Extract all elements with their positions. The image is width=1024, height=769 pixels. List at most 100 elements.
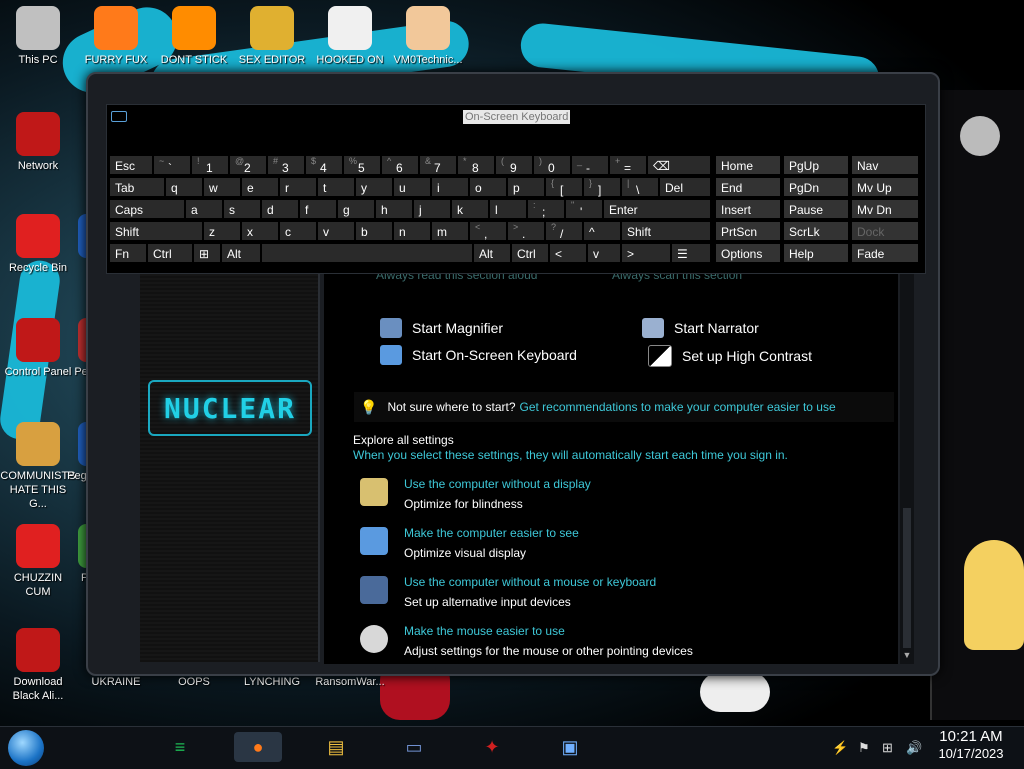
key[interactable]: a — [185, 199, 223, 219]
scrollbar-thumb[interactable] — [903, 508, 911, 648]
key[interactable]: :; — [527, 199, 565, 219]
key[interactable]: Alt — [221, 243, 261, 263]
key[interactable] — [261, 243, 473, 263]
key[interactable]: ☰ — [671, 243, 711, 263]
key[interactable]: y — [355, 177, 393, 197]
key[interactable]: > — [621, 243, 671, 263]
key[interactable]: e — [241, 177, 279, 197]
ease-of-access-monitor-icon[interactable]: ▣ — [546, 732, 594, 762]
taskbar-clock[interactable]: 10:21 AM 10/17/2023 — [928, 728, 1014, 762]
start-narrator-link[interactable]: Start Narrator — [642, 318, 759, 338]
key[interactable]: i — [431, 177, 469, 197]
key[interactable]: Ctrl — [147, 243, 193, 263]
key[interactable]: ? / — [545, 221, 583, 241]
key[interactable]: | \ — [621, 177, 659, 197]
volume-icon[interactable]: 🔊 — [906, 740, 922, 756]
key[interactable]: < — [549, 243, 587, 263]
nav-key[interactable]: Fade — [851, 243, 919, 263]
key[interactable]: h — [375, 199, 413, 219]
spotify-icon[interactable]: ≡ — [156, 732, 204, 762]
red-app-icon[interactable]: ✦ — [468, 732, 516, 762]
key[interactable]: Ctrl — [511, 243, 549, 263]
key[interactable]: ⊞ — [193, 243, 221, 263]
key[interactable]: k — [451, 199, 489, 219]
key[interactable]: #3 — [267, 155, 305, 175]
setting-title[interactable]: Make the computer easier to see — [404, 525, 884, 541]
nav-key[interactable]: Insert — [715, 199, 781, 219]
nav-key[interactable]: End — [715, 177, 781, 197]
key[interactable]: Fn — [109, 243, 147, 263]
key[interactable]: z — [203, 221, 241, 241]
key[interactable]: x — [241, 221, 279, 241]
key[interactable]: ^ — [583, 221, 621, 241]
key[interactable]: ~ ` — [153, 155, 191, 175]
firefox-icon[interactable]: ● — [234, 732, 282, 762]
nav-key[interactable]: Pause — [783, 199, 849, 219]
network-tray-icon[interactable]: ⊞ — [882, 740, 893, 756]
key[interactable]: n — [393, 221, 431, 241]
file-explorer-icon[interactable]: ▤ — [312, 732, 360, 762]
key[interactable]: + = — [609, 155, 647, 175]
key[interactable]: r — [279, 177, 317, 197]
nav-key[interactable]: Mv Dn — [851, 199, 919, 219]
key[interactable]: w — [203, 177, 241, 197]
key[interactable]: _ - — [571, 155, 609, 175]
key[interactable]: u — [393, 177, 431, 197]
key[interactable]: & 7 — [419, 155, 457, 175]
key[interactable]: <, — [469, 221, 507, 241]
key[interactable]: s — [223, 199, 261, 219]
key[interactable]: >. — [507, 221, 545, 241]
desktop-icon[interactable]: HOOKED ON — [312, 6, 388, 67]
desktop-icon[interactable]: SEX EDITOR — [234, 6, 310, 67]
key[interactable]: f — [299, 199, 337, 219]
flag-icon[interactable]: ⚑ — [858, 740, 870, 756]
nav-key[interactable]: PgUp — [783, 155, 849, 175]
key[interactable]: g — [337, 199, 375, 219]
start-magnifier-link[interactable]: Start Magnifier — [380, 318, 503, 338]
key[interactable]: ^ 6 — [381, 155, 419, 175]
nav-key[interactable]: Help — [783, 243, 849, 263]
recommendations-link[interactable]: Get recommendations to make your compute… — [520, 400, 836, 414]
setting-title[interactable]: Make the mouse easier to use — [404, 623, 884, 639]
desktop-icon[interactable]: VM0Technic... — [390, 6, 466, 67]
osk-title-bar[interactable]: On-Screen Keyboard — [107, 105, 925, 129]
key[interactable]: v — [317, 221, 355, 241]
nav-key[interactable]: Home — [715, 155, 781, 175]
key[interactable]: Tab — [109, 177, 165, 197]
key[interactable]: ) 0 — [533, 155, 571, 175]
nav-key[interactable]: Options — [715, 243, 781, 263]
nav-key[interactable]: PgDn — [783, 177, 849, 197]
nav-key[interactable]: Mv Up — [851, 177, 919, 197]
key[interactable]: ⌫ — [647, 155, 711, 175]
key[interactable]: * 8 — [457, 155, 495, 175]
desktop-icon[interactable]: Network — [0, 112, 76, 173]
content-scrollbar[interactable]: ▼ — [900, 268, 914, 664]
key[interactable]: j — [413, 199, 451, 219]
desktop-icon[interactable]: Download Black Ali... — [0, 628, 76, 703]
key[interactable]: }] — [583, 177, 621, 197]
key[interactable]: d — [261, 199, 299, 219]
key[interactable]: " ' — [565, 199, 603, 219]
nav-key[interactable]: Dock — [851, 221, 919, 241]
key[interactable]: Enter — [603, 199, 711, 219]
desktop-icon[interactable]: DONT STICK — [156, 6, 232, 67]
key[interactable]: % 5 — [343, 155, 381, 175]
key[interactable]: Del — [659, 177, 711, 197]
key[interactable]: Shift — [621, 221, 711, 241]
desktop-icon[interactable]: This PC — [0, 6, 76, 67]
start-onscreen-keyboard-link[interactable]: Start On-Screen Keyboard — [380, 345, 577, 365]
orange-tray-icon[interactable]: ⚡ — [832, 740, 848, 756]
key[interactable]: Shift — [109, 221, 203, 241]
key[interactable]: l — [489, 199, 527, 219]
desktop-icon[interactable]: FURRY FUX — [78, 6, 154, 67]
high-contrast-link[interactable]: Set up High Contrast — [648, 345, 812, 367]
start-button[interactable] — [8, 730, 44, 766]
key[interactable]: $4 — [305, 155, 343, 175]
key[interactable]: @2 — [229, 155, 267, 175]
key[interactable]: (9 — [495, 155, 533, 175]
nav-key[interactable]: ScrLk — [783, 221, 849, 241]
setting-title[interactable]: Use the computer without a mouse or keyb… — [404, 574, 884, 590]
key[interactable]: v — [587, 243, 621, 263]
key[interactable]: Caps — [109, 199, 185, 219]
nav-key[interactable]: Nav — [851, 155, 919, 175]
